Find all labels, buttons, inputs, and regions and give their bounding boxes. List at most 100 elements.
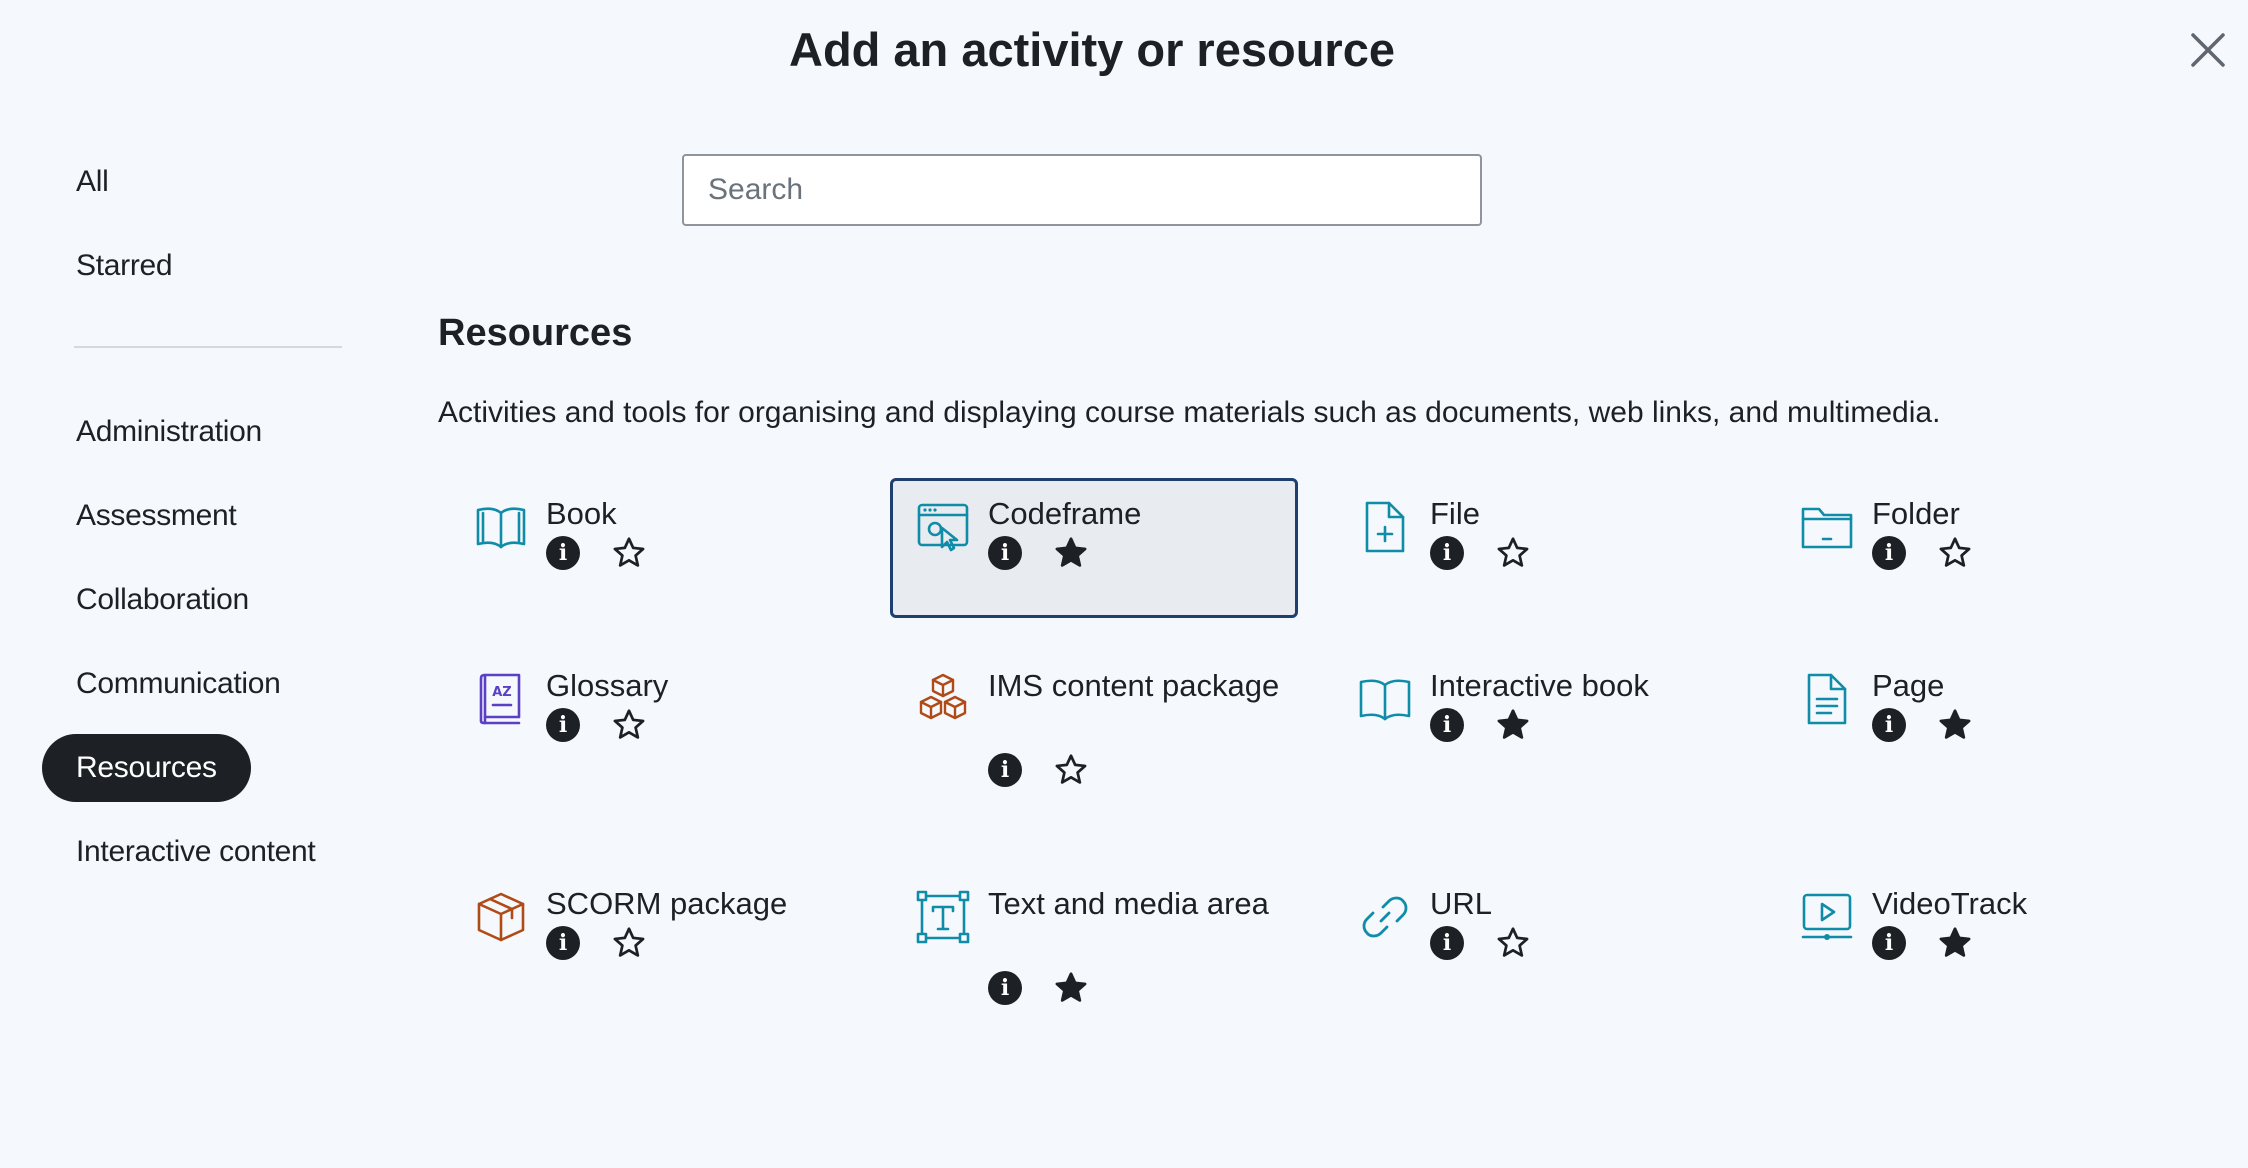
star-button[interactable] (1494, 706, 1532, 744)
svg-text:AZ: AZ (492, 685, 512, 700)
info-icon: i (1442, 540, 1452, 566)
info-icon: i (558, 540, 568, 566)
star-button[interactable] (1936, 706, 1974, 744)
info-button[interactable]: i (1430, 708, 1464, 742)
tile-actions: i (546, 533, 648, 573)
star-button[interactable] (1936, 924, 1974, 962)
info-button[interactable]: i (1872, 536, 1906, 570)
tile-name: Codeframe (988, 496, 1142, 531)
nav-item-label: Resources (76, 751, 217, 784)
tile-glossary[interactable]: AZ Glossary i (448, 650, 858, 800)
nav-item-label: Collaboration (76, 583, 249, 616)
info-button[interactable]: i (1872, 708, 1906, 742)
tile-codeframe[interactable]: Codeframe i (890, 478, 1298, 618)
star-icon (1055, 537, 1087, 567)
tile-file[interactable]: File i (1332, 478, 1742, 618)
star-button[interactable] (1494, 924, 1532, 962)
tile-actions: i (1872, 705, 1974, 745)
star-icon (613, 709, 645, 739)
star-button[interactable] (610, 924, 648, 962)
tile-book[interactable]: Book i (448, 478, 858, 618)
info-button[interactable]: i (988, 536, 1022, 570)
nav-item-label: Communication (76, 667, 281, 700)
tile-actions: i (1872, 923, 1974, 963)
tile-ims-content-package[interactable]: IMS content package i (890, 650, 1300, 830)
nav-divider (74, 346, 342, 348)
tile-videotrack[interactable]: VideoTrack i (1774, 868, 2184, 1018)
tile-actions: i (1872, 533, 1974, 573)
tile-actions: i (546, 923, 648, 963)
info-icon: i (558, 712, 568, 738)
tile-scorm-package[interactable]: SCORM package i (448, 868, 858, 1018)
star-button[interactable] (1052, 969, 1090, 1007)
star-icon (613, 537, 645, 567)
info-button[interactable]: i (988, 971, 1022, 1005)
file-icon (1357, 499, 1413, 555)
nav-item-assessment[interactable]: Assessment (42, 482, 270, 550)
star-icon (1055, 754, 1087, 784)
nav-item-starred[interactable]: Starred (42, 232, 206, 300)
star-button[interactable] (1052, 751, 1090, 789)
info-icon: i (1884, 540, 1894, 566)
info-button[interactable]: i (1430, 536, 1464, 570)
star-icon (1497, 537, 1529, 567)
info-icon: i (1000, 975, 1010, 1001)
info-icon: i (1442, 712, 1452, 738)
star-icon (1497, 927, 1529, 957)
star-button[interactable] (610, 534, 648, 572)
nav-item-label: Starred (76, 249, 173, 282)
tile-actions: i (988, 750, 1090, 790)
close-button[interactable] (2180, 22, 2236, 78)
nav-item-resources[interactable]: Resources (42, 734, 251, 802)
info-button[interactable]: i (1430, 926, 1464, 960)
info-button[interactable]: i (546, 708, 580, 742)
tile-text-and-media-area[interactable]: Text and media area i (890, 868, 1300, 1048)
tile-page[interactable]: Page i (1774, 650, 2184, 800)
star-button[interactable] (610, 706, 648, 744)
tile-name: URL (1430, 886, 1493, 921)
info-button[interactable]: i (546, 926, 580, 960)
nav-item-communication[interactable]: Communication (42, 650, 315, 718)
info-icon: i (1000, 540, 1010, 566)
tile-actions: i (988, 533, 1090, 573)
star-icon (1939, 709, 1971, 739)
info-button[interactable]: i (1872, 926, 1906, 960)
star-button[interactable] (1052, 534, 1090, 572)
star-button[interactable] (1494, 534, 1532, 572)
tile-interactive-book[interactable]: Interactive book i (1332, 650, 1762, 800)
info-icon: i (1442, 930, 1452, 956)
star-icon (1055, 972, 1087, 1002)
glossary-icon: AZ (473, 671, 529, 727)
info-icon: i (558, 930, 568, 956)
tile-url[interactable]: URL i (1332, 868, 1742, 1018)
tile-actions: i (546, 705, 648, 745)
tile-actions: i (1430, 533, 1532, 573)
tile-name: Folder (1872, 496, 1960, 531)
modal-title: Add an activity or resource (789, 23, 1395, 76)
text-media-icon (915, 889, 971, 945)
star-icon (1497, 709, 1529, 739)
close-icon (2191, 33, 2225, 67)
interactive-book-icon (1357, 671, 1413, 727)
nav-item-collaboration[interactable]: Collaboration (42, 566, 283, 634)
section-description: Activities and tools for organising and … (438, 396, 1941, 429)
tile-actions: i (1430, 705, 1532, 745)
nav-item-all[interactable]: All (42, 148, 142, 216)
url-link-icon (1357, 889, 1413, 945)
nav-item-interactive-content[interactable]: Interactive content (42, 818, 349, 886)
tile-name: File (1430, 496, 1480, 531)
tile-actions: i (1430, 923, 1532, 963)
info-icon: i (1884, 712, 1894, 738)
nav-item-administration[interactable]: Administration (42, 398, 296, 466)
page-icon (1799, 671, 1855, 727)
tile-name: SCORM package (546, 886, 788, 921)
tile-folder[interactable]: Folder i (1774, 478, 2184, 618)
info-button[interactable]: i (988, 753, 1022, 787)
star-button[interactable] (1936, 534, 1974, 572)
tile-name: IMS content package (988, 668, 1280, 703)
search-input[interactable] (682, 154, 1482, 226)
codeframe-icon (915, 499, 971, 555)
info-button[interactable]: i (546, 536, 580, 570)
tile-name: Book (546, 496, 617, 531)
ims-package-icon (915, 671, 971, 727)
